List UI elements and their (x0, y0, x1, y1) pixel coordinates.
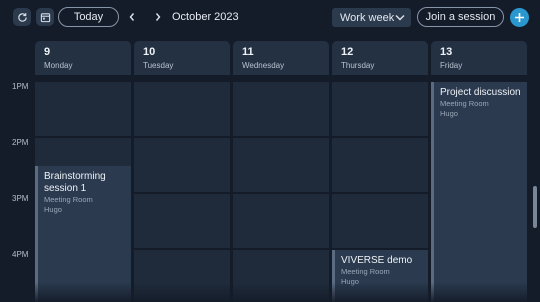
day-number: 9 (44, 46, 51, 58)
day-header-thursday: 12 Thursday (332, 41, 428, 75)
calendar-grid: 1PM 2PM 3PM 4PM Brainstorming session 1 … (0, 76, 540, 302)
time-label: 1PM (12, 82, 29, 91)
time-slot[interactable] (233, 82, 329, 136)
day-column-thursday: VIVERSE demo Meeting Room Hugo (332, 76, 428, 302)
time-slot[interactable] (134, 194, 230, 248)
day-column-friday: Project discussion Meeting Room Hugo (431, 76, 527, 302)
event-card[interactable]: Project discussion Meeting Room Hugo (431, 82, 527, 302)
time-slot[interactable] (134, 250, 230, 302)
time-slot[interactable] (35, 82, 131, 136)
time-label: 4PM (12, 250, 29, 259)
event-title: Project discussion (440, 87, 521, 98)
event-owner: Hugo (44, 205, 62, 214)
time-slot[interactable] (332, 138, 428, 192)
time-slot[interactable] (332, 194, 428, 248)
time-label: 3PM (12, 194, 29, 203)
day-number: 11 (242, 46, 254, 58)
vertical-scrollbar[interactable] (533, 186, 537, 228)
chevron-left-icon (129, 13, 135, 21)
day-header-monday: 9 Monday (35, 41, 131, 75)
day-number: 13 (440, 46, 453, 58)
time-slot[interactable] (332, 82, 428, 136)
time-slot[interactable] (233, 138, 329, 192)
event-location: Meeting Room (341, 267, 390, 276)
event-card[interactable]: Brainstorming session 1 Meeting Room Hug… (35, 166, 131, 302)
time-slot[interactable] (233, 250, 329, 302)
event-location: Meeting Room (440, 99, 489, 108)
event-card[interactable]: VIVERSE demo Meeting Room Hugo (332, 250, 428, 302)
calendar-button[interactable] (36, 8, 54, 26)
add-event-button[interactable] (510, 8, 529, 27)
day-header-tuesday: 10 Tuesday (134, 41, 230, 75)
previous-week-button[interactable] (126, 9, 138, 25)
day-name: Monday (44, 61, 73, 70)
time-slot[interactable] (134, 82, 230, 136)
time-label: 2PM (12, 138, 29, 147)
day-name: Wednesday (242, 61, 285, 70)
time-slot[interactable] (233, 194, 329, 248)
today-button[interactable]: Today (58, 7, 119, 27)
event-title: VIVERSE demo (341, 255, 413, 266)
join-session-button[interactable]: Join a session (417, 7, 504, 27)
day-name: Thursday (341, 61, 375, 70)
event-title: Brainstorming session 1 (44, 171, 106, 194)
plus-icon (515, 13, 524, 22)
chevron-down-icon (395, 15, 405, 21)
next-week-button[interactable] (152, 9, 164, 25)
time-slot[interactable] (134, 138, 230, 192)
refresh-icon (17, 12, 27, 22)
day-column-wednesday (233, 76, 329, 302)
day-header-friday: 13 Friday (431, 41, 527, 75)
event-owner: Hugo (440, 109, 458, 118)
refresh-button[interactable] (13, 8, 31, 26)
day-name: Friday (440, 61, 463, 70)
view-selector-label: Work week (340, 11, 395, 24)
chevron-right-icon (155, 13, 161, 21)
day-column-monday: Brainstorming session 1 Meeting Room Hug… (35, 76, 131, 302)
day-header-wednesday: 11 Wednesday (233, 41, 329, 75)
day-number: 10 (143, 46, 156, 58)
calendar-toolbar: Today October 2023 Work week Join a sess… (0, 0, 540, 36)
view-selector[interactable]: Work week (332, 8, 411, 27)
event-owner: Hugo (341, 277, 359, 286)
day-number: 12 (341, 46, 354, 58)
day-name: Tuesday (143, 61, 174, 70)
month-label: October 2023 (172, 11, 239, 23)
calendar-icon (40, 12, 50, 22)
event-location: Meeting Room (44, 195, 93, 204)
day-column-tuesday (134, 76, 230, 302)
